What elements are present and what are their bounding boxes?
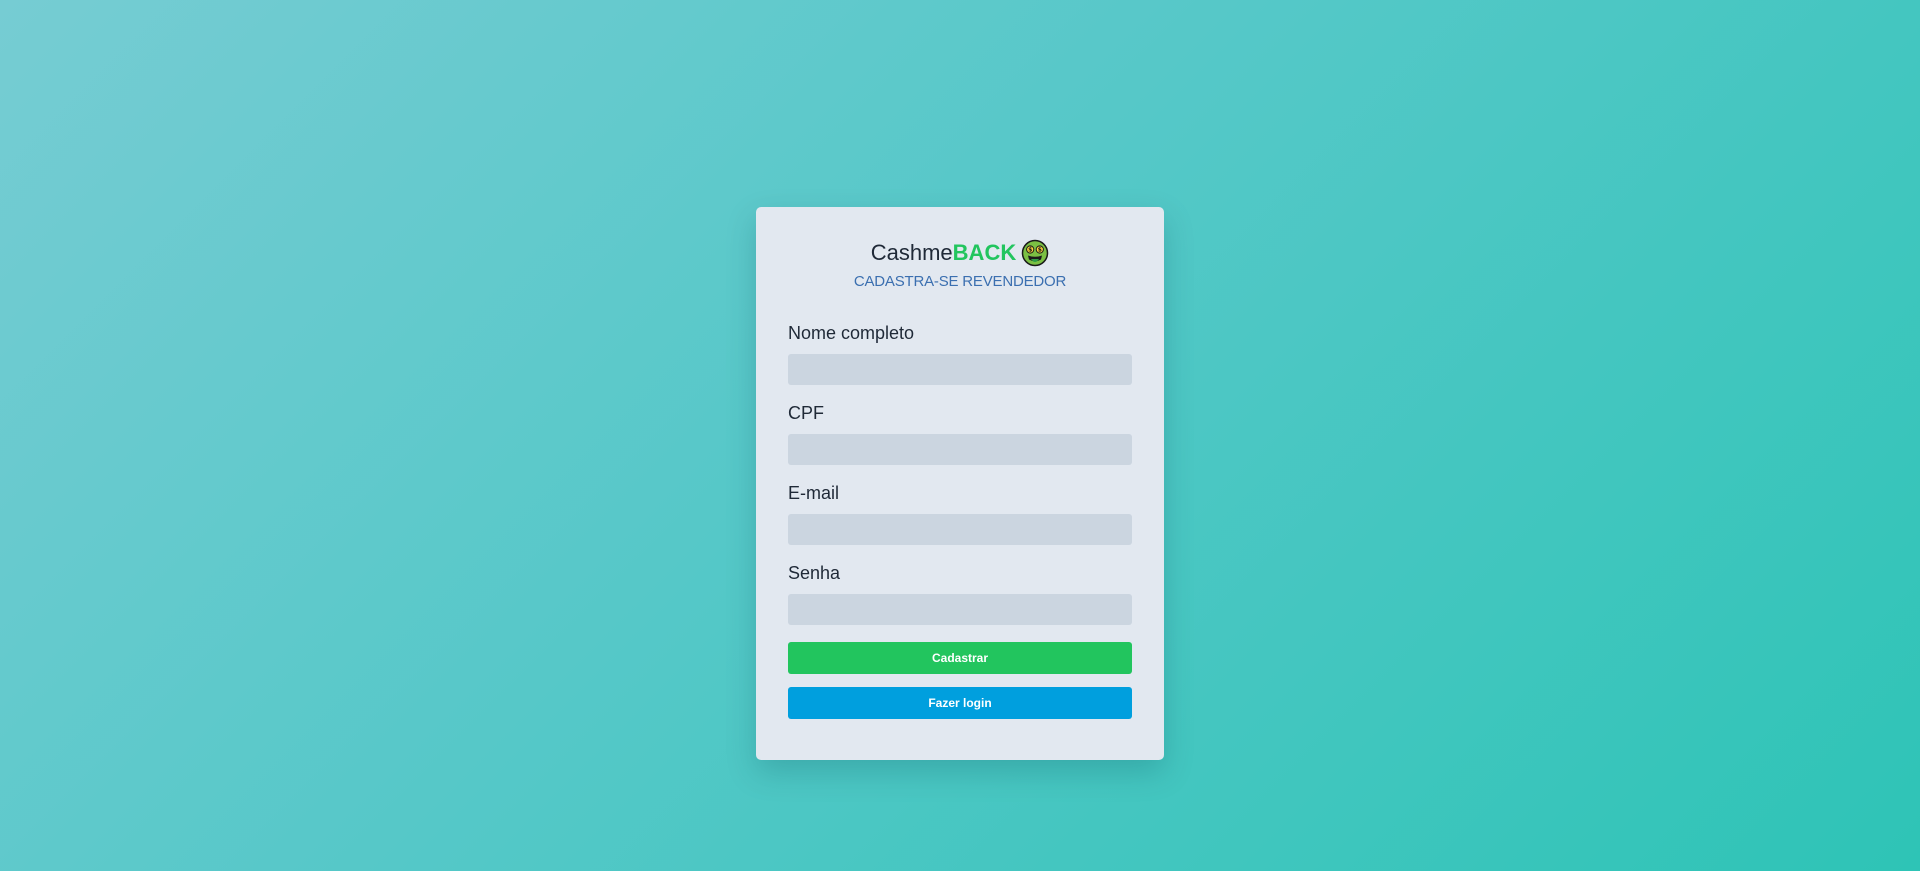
brand-name-suffix: BACK (952, 240, 1017, 265)
money-mouth-face-icon: $ $ (1021, 239, 1049, 267)
brand-logo: Cashme BACK $ $ (788, 238, 1132, 268)
register-form: Nome completo CPF E-mail Senha Cadastrar… (788, 322, 1132, 719)
email-label: E-mail (788, 483, 840, 503)
email-input[interactable] (788, 514, 1132, 545)
password-input[interactable] (788, 594, 1132, 625)
password-label: Senha (788, 563, 841, 583)
page-subtitle: CADASTRA-SE REVENDEDOR (853, 273, 1067, 290)
cpf-input[interactable] (788, 434, 1132, 465)
full-name-label: Nome completo (788, 323, 915, 343)
svg-text:$: $ (1028, 247, 1032, 254)
field-email: E-mail (788, 482, 1132, 545)
register-card: Cashme BACK $ $ CADASTRA-SE REVENDEDOR No… (756, 207, 1164, 760)
field-password: Senha (788, 562, 1132, 625)
brand-name-prefix: Cashme (870, 240, 953, 265)
svg-text:$: $ (1038, 247, 1042, 254)
full-name-input[interactable] (788, 354, 1132, 385)
login-button[interactable]: Fazer login (788, 687, 1132, 719)
cpf-label: CPF (788, 403, 824, 423)
field-full-name: Nome completo (788, 322, 1132, 385)
register-button[interactable]: Cadastrar (788, 642, 1132, 674)
field-cpf: CPF (788, 402, 1132, 465)
